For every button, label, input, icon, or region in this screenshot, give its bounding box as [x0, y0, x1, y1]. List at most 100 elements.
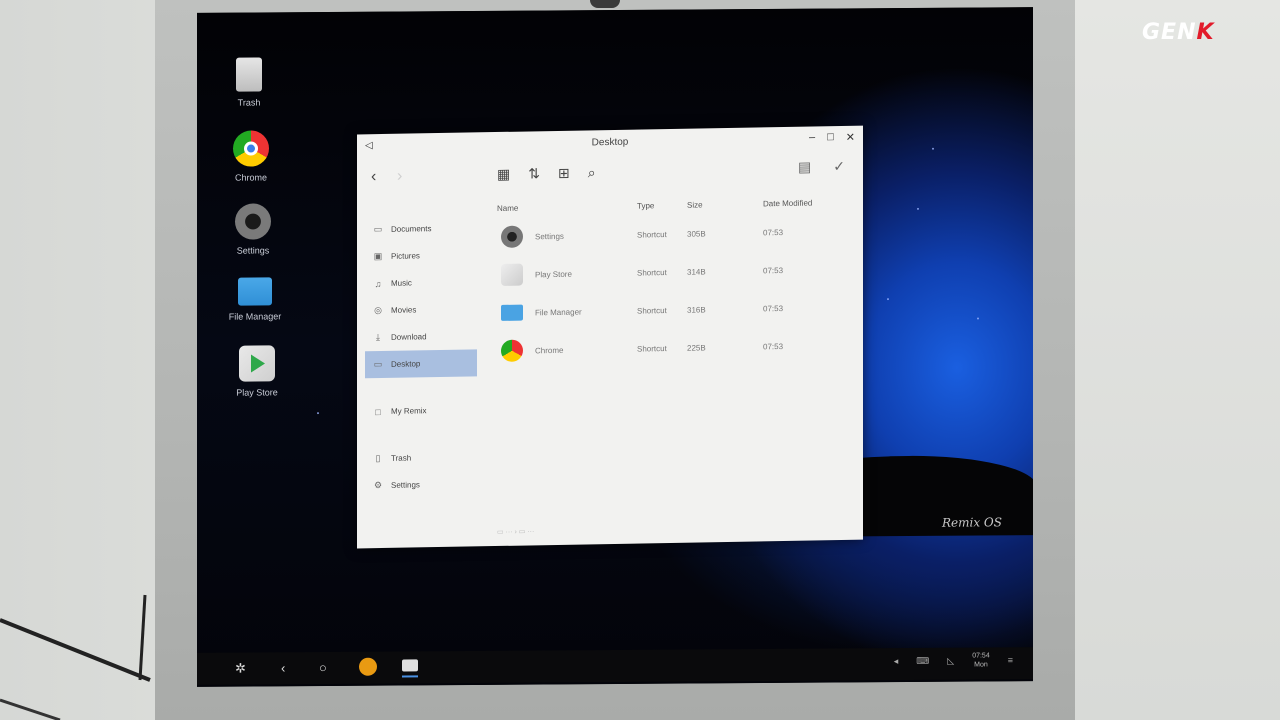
sidebar-item-label: Download [391, 332, 427, 342]
path-breadcrumb: ▭ ··· › ▭ ··· [497, 528, 535, 537]
music-icon: ♫ [374, 278, 382, 289]
brand-logo: GENK [1142, 20, 1215, 45]
start-menu-icon[interactable]: ✲ [235, 661, 246, 677]
settings-icon [501, 225, 523, 248]
folder-icon [238, 277, 272, 306]
sidebar-section-header [371, 384, 477, 394]
desktop-icon-label: File Manager [228, 311, 282, 322]
sidebar-item-music[interactable]: ♫ Music [365, 268, 477, 297]
system-tray: ◂ ⌨ ◺ 07:54 Mon ≡ [894, 651, 1013, 670]
file-name: Play Store [535, 269, 572, 279]
sidebar-item-label: Movies [391, 305, 417, 315]
play-store-icon [501, 263, 523, 286]
folder-icon: ▭ [373, 224, 383, 235]
clock[interactable]: 07:54 Mon [972, 651, 990, 669]
close-button[interactable]: ✕ [846, 131, 855, 144]
file-name-cell: Play Store [497, 262, 637, 286]
sort-icon[interactable]: ⇅ [528, 165, 540, 182]
window-title: Desktop [591, 136, 629, 149]
settings-icon [235, 203, 271, 240]
file-date: 07:53 [763, 227, 784, 237]
download-icon: ⤓ [376, 332, 380, 343]
network-icon[interactable]: ◺ [947, 655, 954, 666]
sidebar-item-trash[interactable]: ▯ Trash [365, 443, 477, 472]
file-type: Shortcut [637, 229, 667, 240]
remix-os-logo: Remix OS [942, 515, 1002, 530]
desktop-icon-file-manager[interactable]: File Manager [220, 277, 290, 322]
minimize-button[interactable]: – [809, 131, 815, 144]
file-type: Shortcut [637, 343, 667, 354]
select-all-icon[interactable]: ✓ [833, 158, 845, 175]
sidebar-item-pictures[interactable]: ▣ Pictures [365, 241, 477, 270]
file-size: 305B [687, 228, 706, 239]
column-type-header[interactable]: Type [637, 200, 687, 210]
column-size-header[interactable]: Size [687, 199, 763, 209]
back-button[interactable]: ‹ [371, 168, 376, 186]
clock-day: Mon [974, 661, 988, 669]
sidebar-item-label: Documents [391, 224, 432, 234]
column-date-header[interactable]: Date Modified [763, 198, 823, 208]
home-icon[interactable]: ○ [319, 660, 327, 675]
right-wall [1075, 0, 1280, 720]
file-size: 225B [687, 342, 706, 353]
desktop-icon-chrome[interactable]: Chrome [216, 130, 286, 183]
file-manager-window: ◁ Desktop – □ ✕ ‹ › ▦ ⇅ ⊞ ⌕ ▤ ✓ ▭ Docume… [357, 125, 863, 549]
file-name-cell: Settings [497, 224, 637, 248]
search-icon[interactable]: ⌕ [588, 164, 596, 181]
sidebar-item-desktop[interactable]: ▭ Desktop [365, 349, 477, 379]
image-icon: ▣ [373, 251, 383, 262]
sidebar-item-movies[interactable]: ◎ Movies [365, 295, 477, 324]
file-type: Shortcut [637, 267, 667, 278]
file-date: 07:53 [763, 341, 784, 351]
chrome-icon [233, 130, 269, 167]
notification-center-icon[interactable]: ≡ [1008, 655, 1013, 665]
window-controls: – □ ✕ [809, 131, 855, 145]
sidebar-item-label: My Remix [391, 406, 427, 416]
file-date: 07:53 [763, 303, 784, 313]
chrome-icon [501, 339, 523, 362]
clipboard-icon[interactable]: ▤ [798, 159, 811, 176]
sidebar-item-label: Pictures [391, 251, 420, 261]
trash-icon: ▯ [375, 453, 381, 464]
desktop-icon-play-store[interactable]: Play Store [222, 345, 292, 398]
sidebar-item-label: Trash [391, 453, 412, 463]
sidebar-item-download[interactable]: ⤓ Download [365, 322, 477, 351]
desktop-icon-settings[interactable]: Settings [218, 203, 288, 256]
desktop-icon-label: Chrome [234, 172, 267, 183]
sidebar-item-documents[interactable]: ▭ Documents [365, 214, 477, 243]
keyboard-icon[interactable]: ⌨ [916, 655, 929, 666]
app-icon-orange[interactable] [359, 657, 377, 676]
desktop-icon-trash[interactable]: Trash [214, 57, 284, 108]
column-name-header[interactable]: Name [497, 201, 637, 212]
desktop-icon-label: Play Store [236, 387, 278, 398]
movie-icon: ◎ [374, 305, 382, 316]
file-row[interactable]: File Manager Shortcut 316B 07:53 [497, 288, 847, 332]
file-row[interactable]: Settings Shortcut 305B 07:53 [497, 212, 847, 256]
sidebar-item-my-remix[interactable]: □ My Remix [365, 396, 477, 425]
screen: Trash Chrome Settings File Manager Play … [197, 7, 1033, 687]
tray-arrow-icon[interactable]: ◂ [894, 656, 899, 667]
file-manager-taskbar-icon[interactable] [402, 659, 418, 672]
back-nav-icon[interactable]: ‹ [281, 660, 285, 675]
new-folder-icon[interactable]: ⊞ [558, 165, 570, 182]
play-store-icon [239, 345, 275, 382]
monitor-camera [590, 0, 620, 8]
file-name: File Manager [535, 307, 582, 317]
sidebar-section-header [371, 202, 477, 212]
trash-icon [236, 57, 262, 92]
toolbar-right: ▤ ✓ [798, 158, 845, 176]
file-name-cell: Chrome [497, 338, 637, 362]
file-list: Name Type Size Date Modified Settings Sh… [497, 192, 847, 370]
file-row[interactable]: Chrome Shortcut 225B 07:53 [497, 326, 847, 370]
gear-icon: ⚙ [373, 480, 383, 491]
file-size: 314B [687, 266, 706, 277]
desktop-icon-label: Trash [237, 97, 261, 108]
forward-button[interactable]: › [397, 168, 402, 186]
file-row[interactable]: Play Store Shortcut 314B 07:53 [497, 250, 847, 294]
file-type: Shortcut [637, 305, 667, 316]
desktop-icon: ▭ [373, 359, 383, 370]
sidebar-item-label: Settings [391, 480, 420, 490]
maximize-button[interactable]: □ [827, 131, 834, 144]
sidebar-item-settings[interactable]: ⚙ Settings [365, 470, 477, 499]
grid-view-icon[interactable]: ▦ [497, 166, 510, 183]
